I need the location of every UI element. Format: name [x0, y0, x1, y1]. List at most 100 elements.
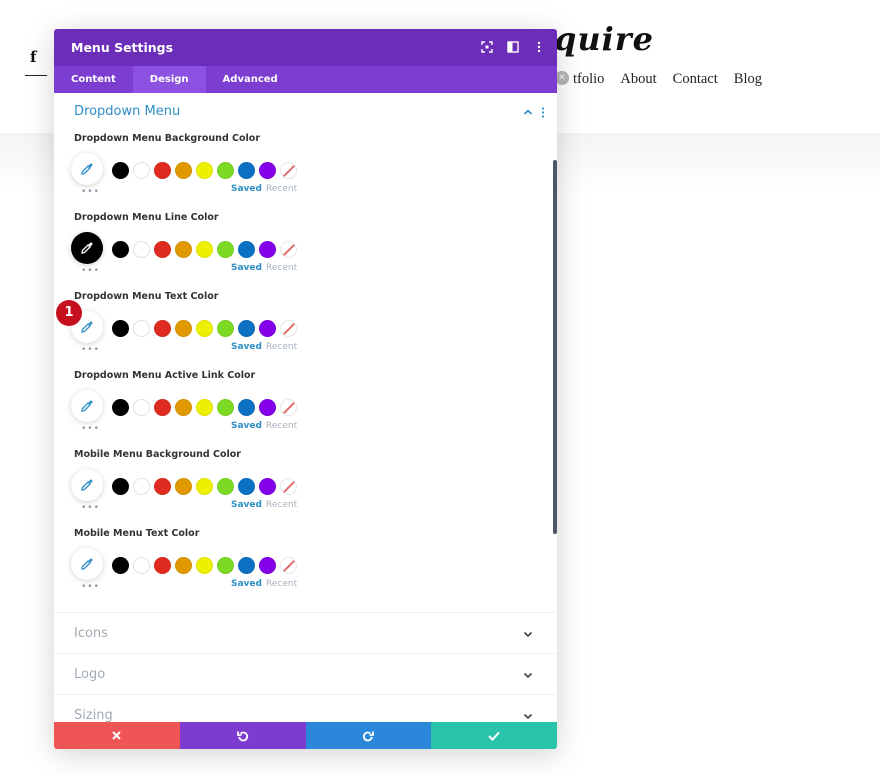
- facebook-icon[interactable]: f: [30, 48, 36, 66]
- color-swatch[interactable]: [216, 399, 235, 417]
- no-color-swatch[interactable]: [279, 399, 298, 417]
- recent-tab[interactable]: Recent: [266, 184, 297, 194]
- section-logo[interactable]: Logo: [54, 653, 557, 694]
- saved-tab[interactable]: Saved: [231, 263, 262, 273]
- no-color-swatch[interactable]: [279, 478, 298, 496]
- saved-tab[interactable]: Saved: [231, 579, 262, 589]
- recent-tab[interactable]: Recent: [266, 421, 297, 431]
- color-swatch[interactable]: [216, 241, 235, 259]
- color-swatch[interactable]: [132, 241, 151, 259]
- saved-tab[interactable]: Saved: [231, 184, 262, 194]
- color-swatch[interactable]: [258, 478, 277, 496]
- no-color-swatch[interactable]: [279, 241, 298, 259]
- more-icon[interactable]: •••: [81, 188, 100, 197]
- color-swatch[interactable]: [174, 162, 193, 180]
- site-logo[interactable]: quire: [554, 20, 654, 58]
- more-options-icon[interactable]: [533, 41, 545, 53]
- section-options-icon[interactable]: [541, 107, 545, 118]
- color-swatch[interactable]: [132, 162, 151, 180]
- tab-content[interactable]: Content: [54, 66, 133, 93]
- color-swatch[interactable]: [153, 162, 172, 180]
- color-swatch[interactable]: [132, 557, 151, 575]
- more-icon[interactable]: •••: [81, 267, 100, 276]
- color-swatch[interactable]: [258, 162, 277, 180]
- save-button[interactable]: [431, 722, 557, 749]
- scrollbar[interactable]: [553, 160, 557, 534]
- no-color-swatch[interactable]: [279, 320, 298, 338]
- saved-tab[interactable]: Saved: [231, 500, 262, 510]
- color-swatch[interactable]: [237, 241, 256, 259]
- color-swatch[interactable]: [237, 557, 256, 575]
- color-swatch[interactable]: [237, 320, 256, 338]
- recent-tab[interactable]: Recent: [266, 500, 297, 510]
- color-swatch[interactable]: [174, 478, 193, 496]
- recent-tab[interactable]: Recent: [266, 263, 297, 273]
- section-icons[interactable]: Icons: [54, 612, 557, 653]
- nav-item-about[interactable]: About: [620, 71, 656, 88]
- chevron-up-icon[interactable]: [523, 107, 533, 117]
- more-icon[interactable]: •••: [81, 583, 100, 592]
- redo-button[interactable]: [305, 722, 432, 749]
- more-icon[interactable]: •••: [81, 425, 100, 434]
- color-swatch[interactable]: [132, 399, 151, 417]
- recent-tab[interactable]: Recent: [266, 342, 297, 352]
- color-swatch[interactable]: [195, 478, 214, 496]
- color-picker-button[interactable]: [71, 153, 103, 185]
- color-swatch[interactable]: [132, 478, 151, 496]
- color-swatch[interactable]: [195, 241, 214, 259]
- color-swatch[interactable]: [237, 399, 256, 417]
- color-swatch[interactable]: [195, 557, 214, 575]
- color-swatch[interactable]: [174, 320, 193, 338]
- color-swatch[interactable]: [153, 320, 172, 338]
- color-picker-button[interactable]: [71, 232, 103, 264]
- chevron-down-icon[interactable]: [523, 711, 533, 721]
- color-swatch[interactable]: [174, 241, 193, 259]
- nav-item-contact[interactable]: Contact: [673, 71, 718, 88]
- color-swatch[interactable]: [195, 162, 214, 180]
- color-swatch[interactable]: [258, 399, 277, 417]
- close-icon[interactable]: ✕: [555, 71, 569, 85]
- section-header-dropdown-menu[interactable]: Dropdown Menu: [54, 93, 557, 131]
- color-swatch[interactable]: [216, 320, 235, 338]
- fullscreen-icon[interactable]: [481, 41, 493, 53]
- color-swatch[interactable]: [112, 399, 130, 417]
- color-swatch[interactable]: [112, 162, 130, 180]
- color-picker-button[interactable]: [71, 548, 103, 580]
- color-swatch[interactable]: [112, 557, 130, 575]
- chevron-down-icon[interactable]: [523, 629, 533, 639]
- tab-design[interactable]: Design: [132, 66, 206, 93]
- recent-tab[interactable]: Recent: [266, 579, 297, 589]
- color-swatch[interactable]: [258, 320, 277, 338]
- no-color-swatch[interactable]: [279, 557, 298, 575]
- color-swatch[interactable]: [153, 557, 172, 575]
- color-swatch[interactable]: [153, 399, 172, 417]
- color-swatch[interactable]: [112, 320, 130, 338]
- color-swatch[interactable]: [132, 320, 151, 338]
- color-swatch[interactable]: [153, 241, 172, 259]
- color-swatch[interactable]: [195, 320, 214, 338]
- color-swatch[interactable]: [237, 478, 256, 496]
- color-swatch[interactable]: [258, 557, 277, 575]
- cancel-button[interactable]: [54, 722, 180, 749]
- saved-tab[interactable]: Saved: [231, 342, 262, 352]
- section-sizing[interactable]: Sizing: [54, 694, 557, 722]
- color-swatch[interactable]: [112, 478, 130, 496]
- color-swatch[interactable]: [216, 162, 235, 180]
- color-swatch[interactable]: [153, 478, 172, 496]
- color-swatch[interactable]: [216, 557, 235, 575]
- split-view-icon[interactable]: [507, 41, 519, 53]
- color-swatch[interactable]: [112, 241, 130, 259]
- more-icon[interactable]: •••: [81, 504, 100, 513]
- chevron-down-icon[interactable]: [523, 670, 533, 680]
- color-swatch[interactable]: [258, 241, 277, 259]
- color-swatch[interactable]: [237, 162, 256, 180]
- no-color-swatch[interactable]: [279, 162, 298, 180]
- tab-advanced[interactable]: Advanced: [206, 66, 295, 93]
- modal-header[interactable]: Menu Settings: [54, 29, 557, 66]
- nav-item-blog[interactable]: Blog: [734, 71, 762, 88]
- undo-button[interactable]: [179, 722, 306, 749]
- color-picker-button[interactable]: [71, 390, 103, 422]
- saved-tab[interactable]: Saved: [231, 421, 262, 431]
- color-swatch[interactable]: [174, 399, 193, 417]
- more-icon[interactable]: •••: [81, 346, 100, 355]
